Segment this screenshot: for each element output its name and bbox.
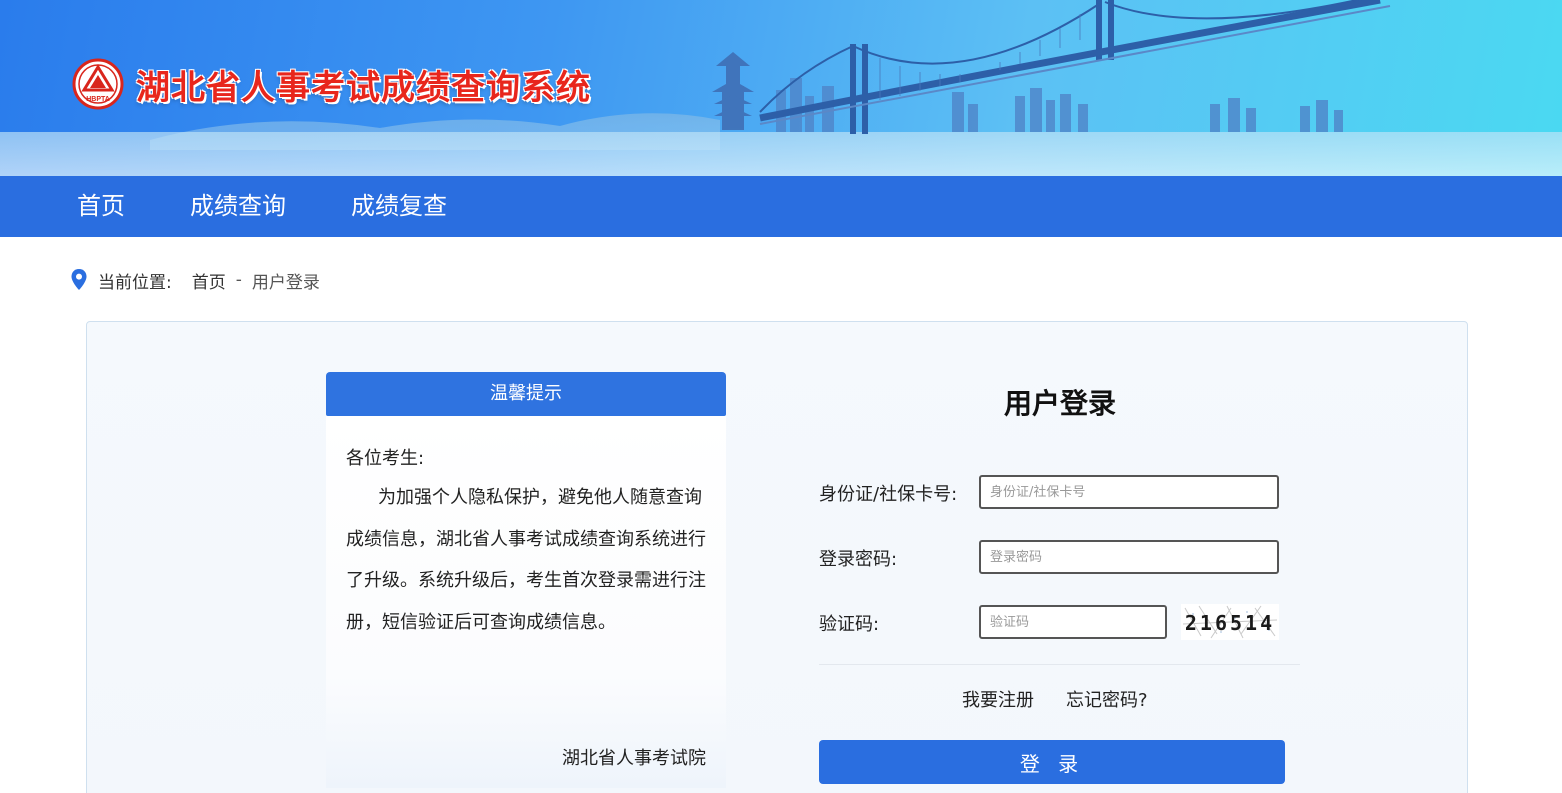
password-label: 登录密码: <box>819 549 898 570</box>
login-title: 用户登录 <box>1003 387 1116 420</box>
notice-text: 为加强个人隐私保护，避免他人随意查询成绩信息，湖北省人事考试成绩查询系统进行了升… <box>346 487 706 633</box>
site-title: 湖北省人事考试成绩查询系统 <box>136 68 591 108</box>
header-banner: HBPTA 湖北省人事考试成绩查询系统 <box>0 0 1562 176</box>
id-number-label: 身份证/社保卡号: <box>819 484 958 505</box>
form-divider <box>819 664 1300 665</box>
main-nav: 首页 成绩查询 成绩复查 <box>0 176 1562 237</box>
notice-greeting: 各位考生: <box>346 448 425 469</box>
breadcrumb-current: 用户登录 <box>251 272 320 293</box>
forgot-password-link[interactable]: 忘记密码? <box>1066 686 1148 712</box>
breadcrumb-separator: - <box>235 270 242 290</box>
breadcrumb-prefix: 当前位置: <box>98 272 172 293</box>
nav-item-score-review[interactable]: 成绩复查 <box>351 176 447 237</box>
nav-item-home[interactable]: 首页 <box>77 176 125 237</box>
notice-title: 温馨提示 <box>326 372 726 416</box>
hbpta-logo-icon: HBPTA <box>72 58 124 110</box>
login-button[interactable]: 登 录 <box>819 740 1285 784</box>
captcha-label: 验证码: <box>819 614 880 635</box>
captcha-input[interactable] <box>979 605 1167 639</box>
logo-text: HBPTA <box>86 96 110 103</box>
password-input[interactable] <box>979 540 1279 574</box>
breadcrumb: 当前位置: 首页 - 用户登录 <box>70 266 320 294</box>
location-pin-icon <box>71 269 87 290</box>
notice-signature: 湖北省人事考试院 <box>562 748 706 769</box>
register-link[interactable]: 我要注册 <box>962 686 1034 712</box>
captcha-text: 216514 <box>1185 611 1275 635</box>
captcha-image[interactable]: 216514 <box>1181 604 1279 640</box>
nav-item-score-query[interactable]: 成绩查询 <box>190 176 286 237</box>
id-number-input[interactable] <box>979 475 1279 509</box>
breadcrumb-home-link[interactable]: 首页 <box>192 268 226 293</box>
